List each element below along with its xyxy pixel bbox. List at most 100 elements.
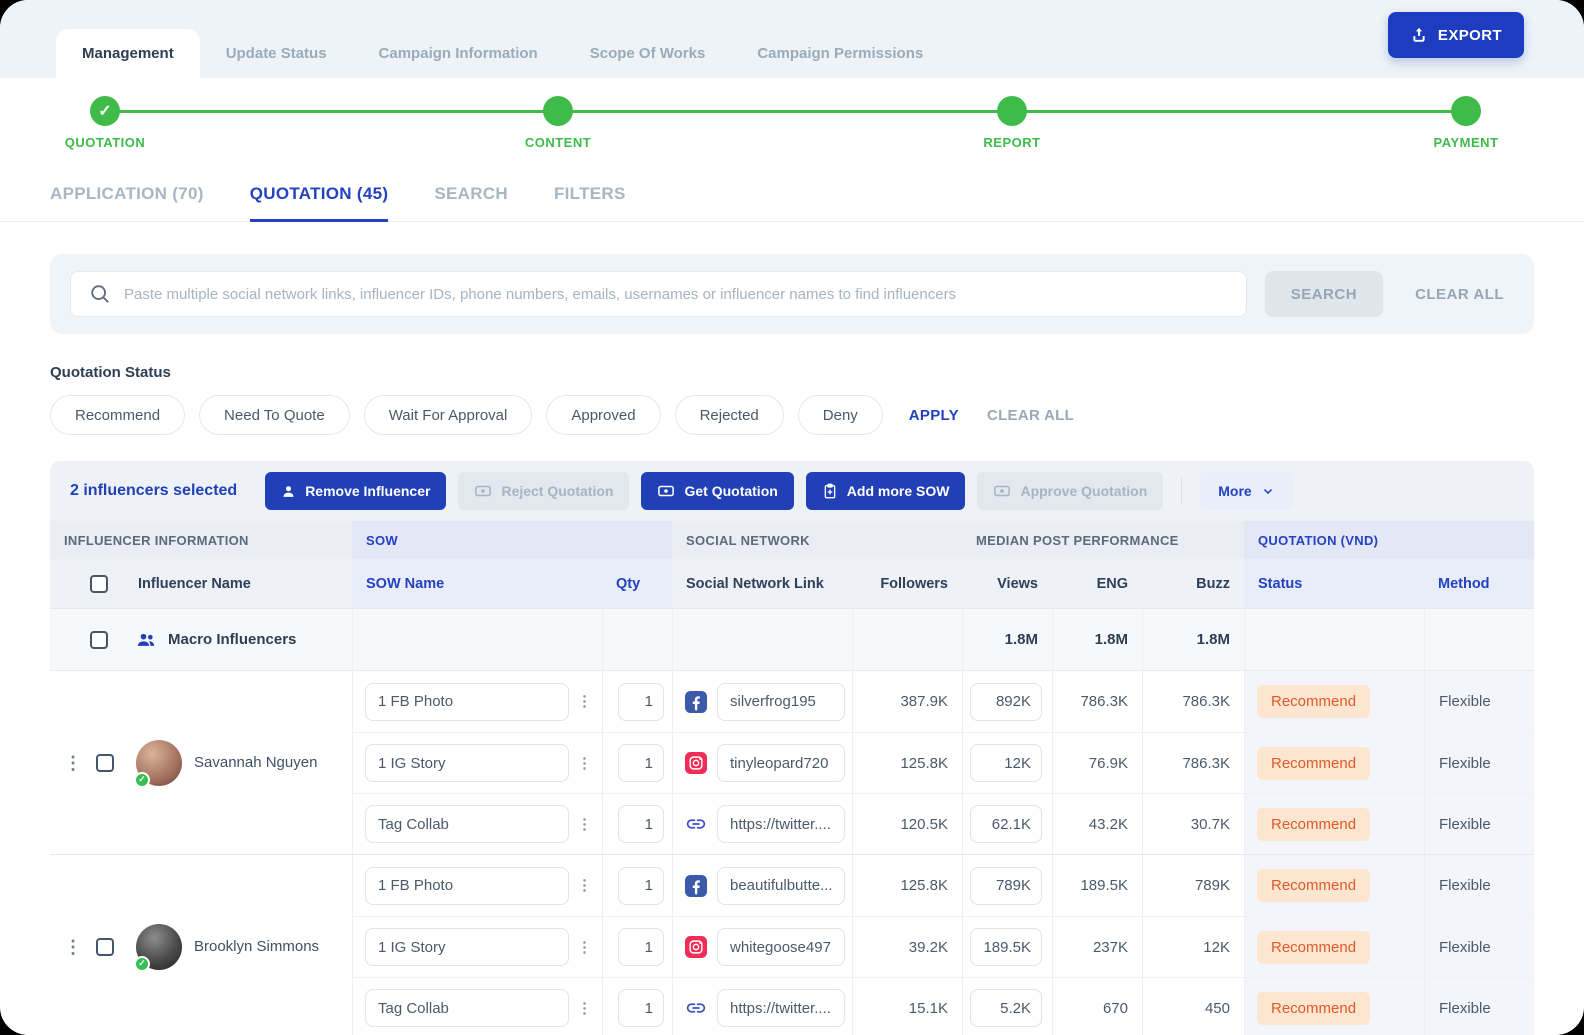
social-link-input[interactable] [717, 928, 845, 966]
chip-approved[interactable]: Approved [546, 395, 660, 435]
qty-input[interactable] [618, 683, 664, 721]
chip-deny[interactable]: Deny [798, 395, 883, 435]
status-badge: Recommend [1257, 931, 1370, 964]
header-select-cell [50, 559, 124, 609]
empty-cell [672, 609, 852, 671]
qty-input[interactable] [618, 928, 664, 966]
tab-management[interactable]: Management [56, 29, 200, 78]
apply-button[interactable]: APPLY [909, 407, 959, 424]
eng-value: 237K [1052, 916, 1142, 977]
banknote-icon [993, 482, 1011, 500]
banknote-icon [657, 482, 675, 500]
sow-menu-icon[interactable]: ⋮ [577, 694, 592, 709]
sow-name-input[interactable] [365, 683, 569, 721]
search-input[interactable] [124, 286, 1228, 303]
views-input[interactable] [970, 744, 1042, 782]
sow-menu-icon[interactable]: ⋮ [577, 940, 592, 955]
qty-input[interactable] [618, 867, 664, 905]
tab-search[interactable]: SEARCH [434, 184, 508, 221]
views-input[interactable] [970, 683, 1042, 721]
header-sow-name: SOW Name [352, 559, 602, 609]
influencer-cell: ✓ Brooklyn Simmons [124, 855, 352, 1035]
sow-menu-icon[interactable]: ⋮ [577, 878, 592, 893]
influencer-checkbox[interactable] [96, 754, 114, 772]
approve-quotation-button[interactable]: Approve Quotation [977, 472, 1163, 510]
chip-wait-for-approval[interactable]: Wait For Approval [364, 395, 533, 435]
section-tabs: APPLICATION (70) QUOTATION (45) SEARCH F… [0, 184, 1584, 222]
header-eng: ENG [1052, 559, 1142, 609]
tab-application[interactable]: APPLICATION (70) [50, 184, 204, 221]
sow-menu-icon[interactable]: ⋮ [577, 1001, 592, 1016]
followers-value: 387.9K [852, 671, 962, 732]
tab-update-status[interactable]: Update Status [200, 29, 353, 78]
tab-quotation[interactable]: QUOTATION (45) [250, 184, 389, 222]
tab-campaign-permissions[interactable]: Campaign Permissions [731, 29, 949, 78]
more-button[interactable]: More [1200, 472, 1292, 510]
person-icon [281, 484, 296, 499]
sow-menu-icon[interactable]: ⋮ [577, 756, 592, 771]
step-quotation[interactable]: ✓ QUOTATION [20, 96, 190, 150]
search-panel: SEARCH CLEAR ALL [50, 254, 1534, 334]
step-content[interactable]: CONTENT [473, 96, 643, 150]
tab-filters[interactable]: FILTERS [554, 184, 626, 221]
influencer-name: Savannah Nguyen [194, 754, 317, 771]
nav-tabs: Management Update Status Campaign Inform… [56, 29, 949, 78]
row-select-cell: ⋮ [50, 671, 124, 854]
remove-influencer-button[interactable]: Remove Influencer [265, 472, 446, 510]
group-header-sow: SOW [352, 521, 672, 559]
chip-need-to-quote[interactable]: Need To Quote [199, 395, 350, 435]
qty-input[interactable] [618, 744, 664, 782]
social-link-input[interactable] [717, 744, 845, 782]
chip-recommend[interactable]: Recommend [50, 395, 185, 435]
qty-input[interactable] [618, 989, 664, 1027]
method-value: Flexible [1424, 732, 1534, 793]
tab-scope-of-works[interactable]: Scope Of Works [564, 29, 732, 78]
buzz-value: 12K [1142, 916, 1244, 977]
views-input[interactable] [970, 867, 1042, 905]
eng-value: 189.5K [1052, 855, 1142, 916]
row-menu-icon[interactable]: ⋮ [64, 938, 82, 956]
sow-name-input[interactable] [365, 867, 569, 905]
social-link-input[interactable] [717, 683, 845, 721]
sow-name-input[interactable] [365, 989, 569, 1027]
quotation-table: INFLUENCER INFORMATION SOW SOCIAL NETWOR… [50, 521, 1534, 1035]
quotation-status-section: Quotation Status Recommend Need To Quote… [50, 364, 1534, 435]
add-more-sow-button[interactable]: Add more SOW [806, 472, 966, 510]
facebook-icon [685, 875, 707, 897]
social-link-input[interactable] [717, 989, 845, 1027]
views-input[interactable] [970, 928, 1042, 966]
chip-rejected[interactable]: Rejected [675, 395, 784, 435]
influencer-checkbox[interactable] [96, 938, 114, 956]
followers-value: 125.8K [852, 855, 962, 916]
bulk-action-bar: 2 influencers selected Remove Influencer… [50, 461, 1534, 521]
views-cell [962, 916, 1052, 977]
tab-campaign-information[interactable]: Campaign Information [353, 29, 564, 78]
step-payment[interactable]: PAYMENT [1381, 96, 1551, 150]
method-value: Flexible [1424, 671, 1534, 732]
sow-cell: ⋮ [352, 855, 602, 916]
table-header-row: Influencer Name SOW Name Qty Social Netw… [50, 559, 1534, 609]
views-input[interactable] [970, 805, 1042, 843]
step-report[interactable]: REPORT [927, 96, 1097, 150]
sow-name-input[interactable] [365, 744, 569, 782]
get-quotation-button[interactable]: Get Quotation [641, 472, 793, 510]
sow-menu-icon[interactable]: ⋮ [577, 817, 592, 832]
status-badge: Recommend [1257, 992, 1370, 1025]
step-done-check-icon: ✓ [90, 96, 120, 126]
clear-all-button[interactable]: CLEAR ALL [1415, 286, 1504, 303]
sow-name-input[interactable] [365, 805, 569, 843]
export-button[interactable]: EXPORT [1388, 12, 1524, 58]
group-checkbox[interactable] [90, 631, 108, 649]
social-link-input[interactable] [717, 805, 845, 843]
step-dot-icon [997, 96, 1027, 126]
sow-name-input[interactable] [365, 928, 569, 966]
select-all-checkbox[interactable] [90, 575, 108, 593]
clear-filters-button[interactable]: CLEAR ALL [987, 407, 1074, 424]
sow-cell: ⋮ [352, 916, 602, 977]
row-menu-icon[interactable]: ⋮ [64, 754, 82, 772]
views-input[interactable] [970, 989, 1042, 1027]
reject-quotation-button[interactable]: Reject Quotation [458, 472, 629, 510]
social-link-input[interactable] [717, 867, 845, 905]
qty-input[interactable] [618, 805, 664, 843]
search-button[interactable]: SEARCH [1265, 271, 1383, 317]
